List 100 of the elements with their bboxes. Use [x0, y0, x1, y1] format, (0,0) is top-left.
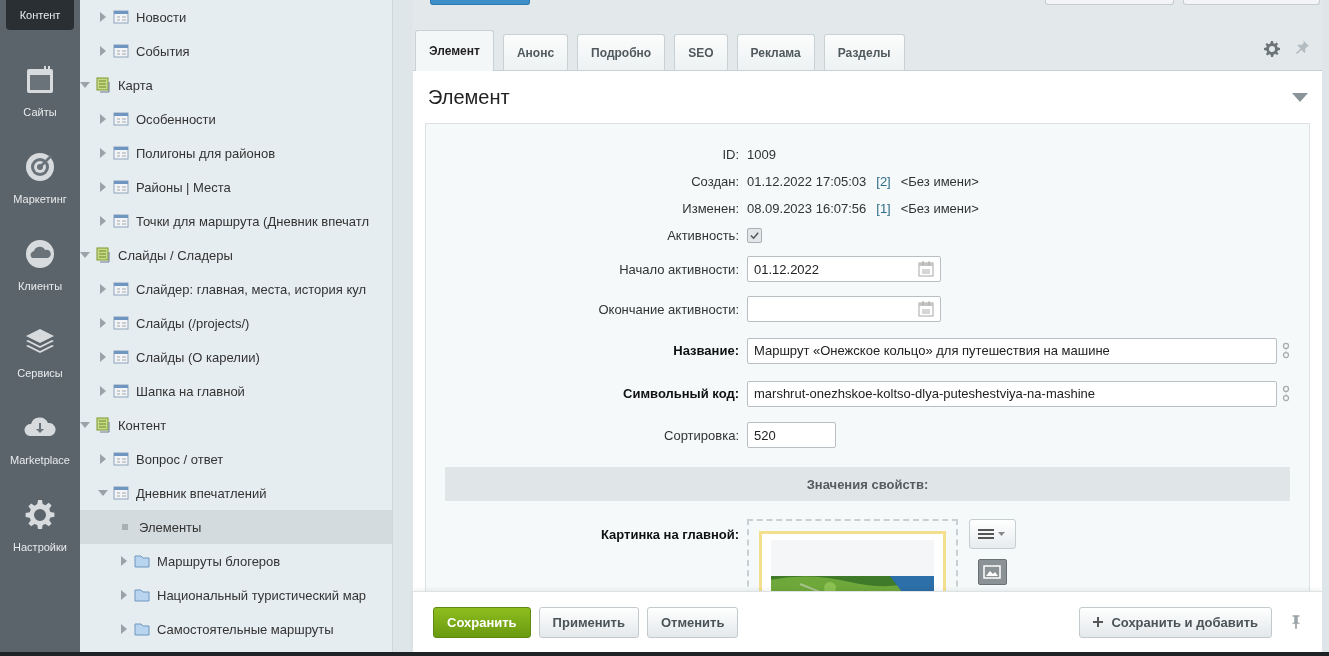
tree-item[interactable]: Слайды (О карелии)	[80, 340, 392, 374]
toolbar-button[interactable]	[1045, 0, 1174, 5]
field-label: Активность:	[666, 228, 739, 243]
save-and-add-button[interactable]: Сохранить и добавить	[1079, 606, 1272, 638]
tree-item[interactable]: Карта	[80, 68, 392, 102]
field-label: Сортировка:	[663, 427, 739, 443]
tree-item[interactable]: Национальный туристический мар	[80, 578, 392, 612]
tree-item[interactable]: Точки для маршрута (Дневник впечатл	[80, 204, 392, 238]
tree-item[interactable]: Районы | Места	[80, 170, 392, 204]
tab[interactable]: Подробно	[577, 34, 666, 70]
expand-arrow-icon[interactable]	[98, 12, 108, 22]
field-label: Начало активности:	[618, 261, 739, 277]
expand-arrow-icon[interactable]	[98, 352, 108, 362]
nav-item[interactable]: Настройки	[6, 474, 74, 561]
nav-item[interactable]: Сайты	[6, 50, 74, 126]
link-icon[interactable]	[1281, 341, 1291, 360]
tree-item[interactable]: Контент	[80, 408, 392, 442]
book-icon	[95, 417, 111, 433]
field-label: Создан:	[690, 174, 739, 189]
calendar-icon	[24, 64, 56, 96]
footer-button[interactable]: Отменить	[646, 606, 739, 638]
list-icon	[113, 145, 129, 161]
expand-arrow-icon[interactable]	[98, 284, 108, 294]
menu-button[interactable]	[968, 519, 1016, 549]
list-icon	[113, 213, 129, 229]
check-icon	[749, 230, 760, 241]
tree-item[interactable]: Шапка на главной	[80, 374, 392, 408]
collapse-arrow-icon[interactable]	[80, 420, 90, 430]
expand-arrow-icon[interactable]	[119, 556, 129, 566]
toolbar-button[interactable]	[430, 0, 530, 5]
settings-icon[interactable]	[1264, 41, 1280, 57]
tab[interactable]: Разделы	[823, 34, 905, 70]
tree-item[interactable]: Дневник впечатлений	[80, 476, 392, 510]
collapse-arrow-icon[interactable]	[80, 250, 90, 260]
list-icon	[113, 349, 129, 365]
nav-item[interactable]: Маркетинг	[6, 126, 74, 213]
expand-arrow-icon[interactable]	[98, 148, 108, 158]
expand-arrow-icon[interactable]	[98, 318, 108, 328]
tree-item[interactable]: Новости	[80, 0, 392, 34]
list-icon	[113, 9, 129, 25]
text-field[interactable]: Маршрут «Онежское кольцо» для путешествия на машине	[747, 337, 1277, 364]
plus-icon	[1093, 617, 1104, 627]
expand-arrow-icon[interactable]	[98, 46, 108, 56]
timestamp: 08.09.2023 16:07:56	[747, 201, 867, 216]
tab[interactable]: Реклама	[736, 34, 815, 70]
text-field[interactable]: marshrut-onezhskoe-koltso-dlya-puteshestviya-na-mashine	[747, 380, 1277, 407]
list-icon	[113, 315, 129, 331]
nav-item[interactable]: Клиенты	[6, 213, 74, 300]
book-icon	[95, 247, 111, 263]
tree-item[interactable]: Маршруты блогеров	[80, 544, 392, 578]
tree-item[interactable]: Элементы	[80, 510, 392, 544]
number-field[interactable]: 520	[747, 422, 836, 448]
menu-icon	[978, 528, 1006, 540]
tab[interactable]: Элемент	[415, 30, 494, 71]
date-field[interactable]	[747, 296, 941, 322]
user-link[interactable]: [2]	[876, 174, 891, 189]
tree-item[interactable]: Слайды / Сладеры	[80, 238, 392, 272]
pin-icon[interactable]	[1290, 614, 1302, 630]
calendar-icon[interactable]	[918, 301, 934, 317]
book-icon	[95, 77, 111, 93]
panel-title: Элемент	[428, 85, 510, 109]
active-checkbox[interactable]	[747, 228, 762, 243]
list-icon	[113, 43, 129, 59]
tree-item[interactable]: События	[80, 34, 392, 68]
tab[interactable]: Анонс	[502, 34, 569, 70]
tree-item[interactable]: Вопрос / ответ	[80, 442, 392, 476]
folder-icon	[134, 587, 150, 603]
cloud-icon	[24, 238, 56, 270]
user-link[interactable]: [1]	[876, 201, 891, 216]
tree-item[interactable]: Слайды (/projects/)	[80, 306, 392, 340]
folder-icon	[134, 553, 150, 569]
expand-arrow-icon[interactable]	[98, 114, 108, 124]
list-icon	[113, 179, 129, 195]
pin-icon[interactable]	[1294, 39, 1310, 55]
tab[interactable]: SEO	[674, 34, 728, 70]
expand-arrow-icon[interactable]	[98, 182, 108, 192]
tree-item[interactable]: Полигоны для районов	[80, 136, 392, 170]
calendar-icon[interactable]	[918, 261, 934, 277]
expand-arrow-icon[interactable]	[98, 216, 108, 226]
collapse-arrow-icon[interactable]	[98, 488, 108, 498]
expand-arrow-icon[interactable]	[98, 454, 108, 464]
list-icon	[113, 485, 129, 501]
collapse-icon[interactable]	[1292, 92, 1308, 102]
nav-item[interactable]: Сервисы	[6, 300, 74, 387]
expand-arrow-icon[interactable]	[119, 624, 129, 634]
tree-item[interactable]: Особенности	[80, 102, 392, 136]
list-icon	[113, 111, 129, 127]
field-label: Картинка на главной:	[599, 526, 739, 542]
footer-button[interactable]: Применить	[538, 606, 639, 638]
nav-item[interactable]: Marketplace	[6, 387, 74, 474]
collapse-arrow-icon[interactable]	[80, 80, 90, 90]
tree-item[interactable]: Слайдер: главная, места, история кул	[80, 272, 392, 306]
image-button[interactable]	[977, 559, 1007, 585]
toolbar-button[interactable]	[1183, 0, 1320, 5]
date-field[interactable]: 01.12.2022	[747, 256, 941, 282]
tree-item[interactable]: Самостоятельные маршруты	[80, 612, 392, 646]
nav-item[interactable]: Контент	[6, 0, 74, 30]
expand-arrow-icon[interactable]	[119, 590, 129, 600]
link-icon[interactable]	[1281, 384, 1291, 403]
expand-arrow-icon[interactable]	[98, 386, 108, 396]
